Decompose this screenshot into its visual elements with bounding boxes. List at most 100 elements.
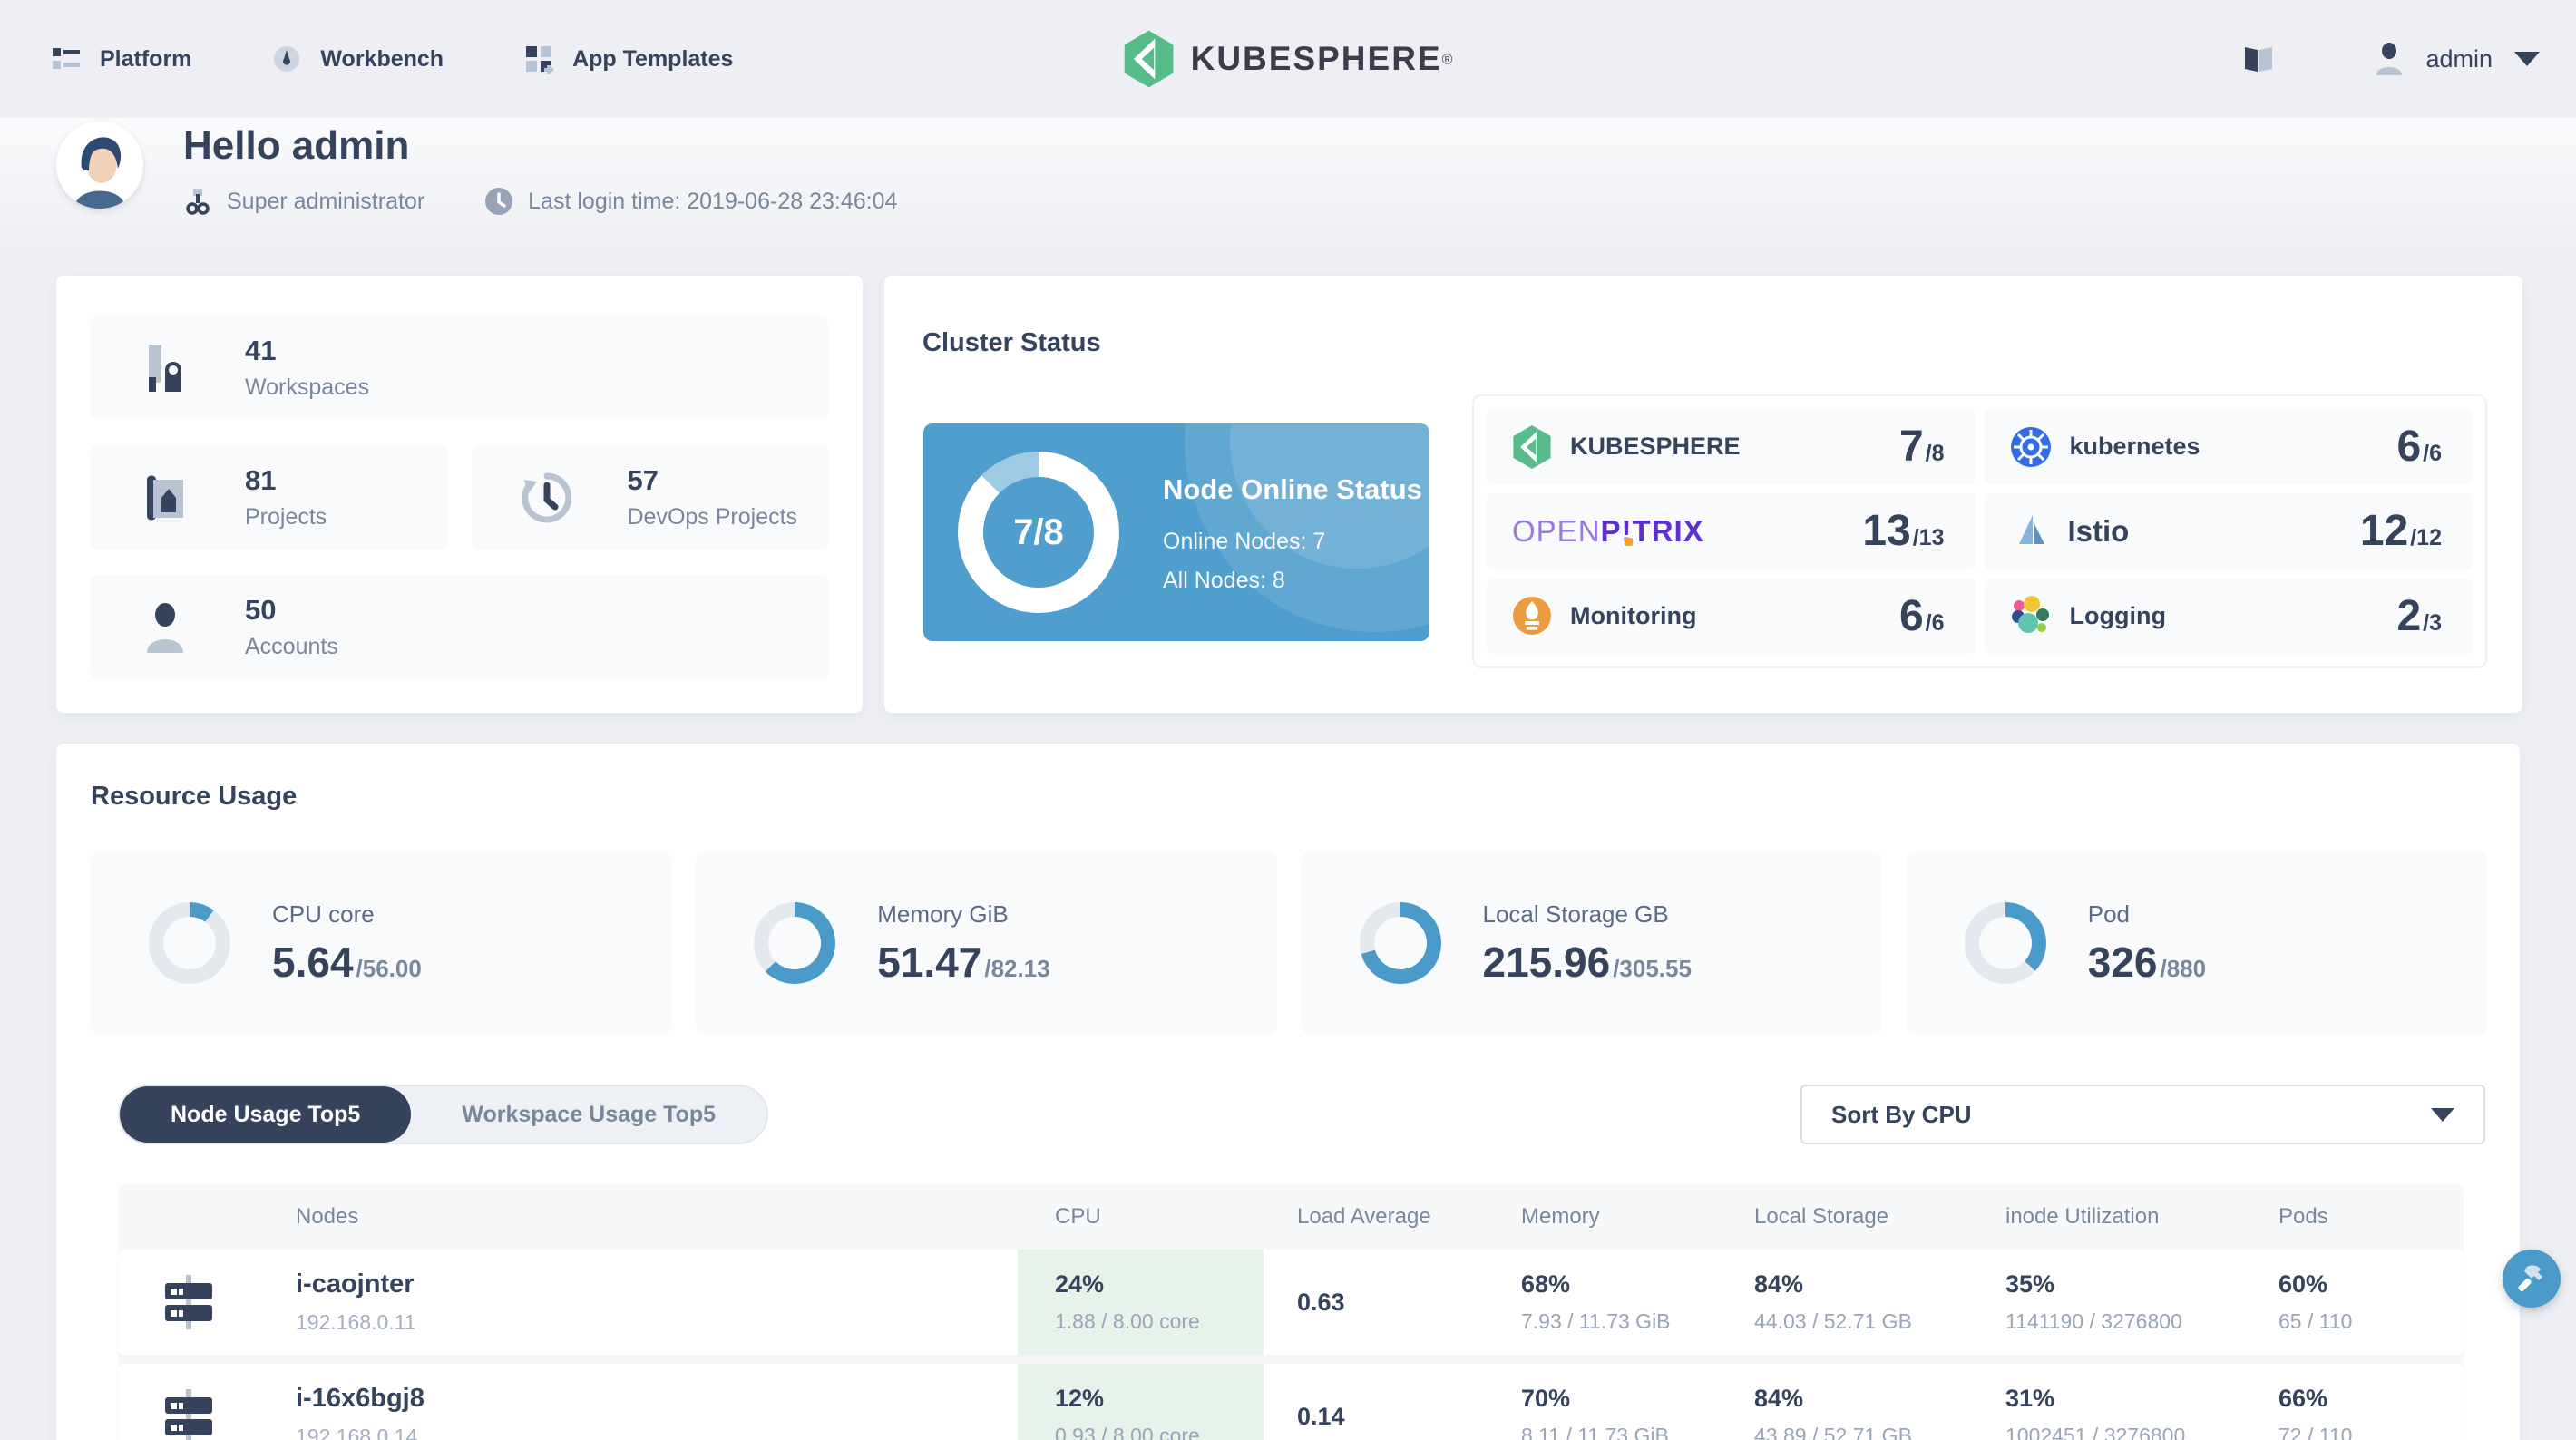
docs-icon[interactable] [2242,44,2275,74]
component-kubesphere: KUBESPHERE 7 /8 [1487,409,1976,485]
nav-label-app-templates: App Templates [572,45,734,72]
service-components-panel: KUBESPHERE 7 /8 kubernetes 6 /6 OPENP! T… [1472,394,2487,668]
memory-donut [754,902,836,984]
col-header-inode-utilization: inode Utilization [2005,1204,2160,1229]
component-name: Istio [2067,513,2130,548]
table-row[interactable]: i-16x6bgj8 192.168.0.14 12% 0.93 / 8.00 … [118,1364,2464,1440]
inode-detail: 1002451 / 3276800 [2005,1424,2186,1440]
component-value: 6 [1898,591,1924,640]
node-online-status-card: 7/8 Node Online Status Online Nodes: 7 A… [923,423,1429,641]
component-logging: Logging 2 /3 [1984,578,2473,654]
tab-node-usage-top5[interactable]: Node Usage Top5 [120,1086,412,1143]
projects-icon [147,475,183,520]
component-name: Monitoring [1570,601,1697,629]
top-nav: Platform Workbench App Templates KUBESPH… [0,0,2576,118]
last-login-clock-icon [485,188,513,215]
tab-workspace-usage-top5[interactable]: Workspace Usage Top5 [411,1086,766,1143]
node-name: i-caojnter [296,1270,415,1299]
user-menu[interactable]: admin [2375,43,2540,75]
stat-tile-workspaces[interactable]: 41 Workspaces [91,316,828,420]
stat-tile-projects[interactable]: 81 Projects [91,445,448,550]
stat-tile-accounts[interactable]: 50 Accounts [91,575,828,679]
user-role: Super administrator [227,188,425,214]
cpu-detail: 1.88 / 8.00 core [1055,1309,1200,1333]
component-openpitrix: OPENP! TRIX 13 /13 [1487,493,1976,569]
nav-label-platform: Platform [100,45,192,72]
component-value: 7 [1898,423,1924,472]
load-average-value: 0.14 [1297,1402,1345,1430]
cpu-percent: 12% [1055,1385,1105,1412]
node-ip: 192.168.0.14 [296,1425,418,1440]
last-login-time: Last login time: 2019-06-28 23:46:04 [528,188,898,214]
node-name: i-16x6bgj8 [296,1384,424,1413]
metric-label: Pod [2087,900,2131,928]
greeting-banner: Hello admin Super administrator Last log… [0,118,2576,254]
metric-value: 326 [2087,938,2158,986]
metric-local-storage: Local Storage GB 215.96 /305.55 [1301,852,1882,1034]
node-ip: 192.168.0.11 [296,1310,416,1334]
col-header-pods: Pods [2278,1204,2328,1229]
openpitrix-logo: OPENP! TRIX [1512,513,1704,548]
local-storage-donut [1359,902,1441,984]
component-monitoring: Monitoring 6 /6 [1487,578,1976,654]
all-nodes-text: All Nodes: 8 [1163,567,1285,593]
metric-value: 215.96 [1482,938,1611,986]
toolbox-fab-button[interactable] [2503,1250,2561,1308]
usage-tabs: Node Usage Top5 Workspace Usage Top5 [118,1085,769,1144]
metric-total: /305.55 [1613,954,1692,982]
metric-pod: Pod 326 /880 [1906,852,2487,1034]
stat-tile-devops[interactable]: 57 DevOps Projects [471,445,828,550]
istio-icon [2018,514,2044,544]
page-title: Hello admin [183,123,410,168]
cpu-donut [149,902,230,984]
node-icon [165,1275,212,1329]
component-value: 6 [2396,423,2422,472]
stat-value: 50 [245,594,277,626]
sort-by-dropdown[interactable]: Sort By CPU [1800,1085,2485,1144]
nav-label-workbench: Workbench [320,45,444,72]
node-usage-table: Nodes CPU Load Average Memory Local Stor… [118,1184,2464,1440]
cpu-cell: 12% 0.93 / 8.00 core [1018,1364,1264,1440]
sort-by-value: Sort By CPU [1831,1100,1972,1128]
cpu-cell: 24% 1.88 / 8.00 core [1018,1250,1264,1355]
online-nodes-text: Online Nodes: 7 [1163,528,1326,554]
resource-usage-title: Resource Usage [91,782,298,811]
nav-item-app-templates[interactable]: App Templates [523,44,733,74]
stats-card: 41 Workspaces 81 Projects 57 DevOps Proj… [56,276,863,713]
col-header-cpu: CPU [1055,1204,1101,1229]
table-row[interactable]: i-caojnter 192.168.0.11 24% 1.88 / 8.00 … [118,1250,2464,1355]
avatar [56,122,143,209]
node-online-ratio: 7/8 [1013,511,1064,552]
pods-detail: 72 / 110 [2278,1424,2353,1440]
cpu-percent: 24% [1055,1270,1105,1298]
pods-detail: 65 / 110 [2278,1309,2353,1333]
local-storage-detail: 44.03 / 52.71 GB [1754,1309,1912,1333]
resource-usage-card: Resource Usage CPU core 5.64 /56.00 Memo… [56,744,2520,1440]
component-value: 12 [2359,507,2409,556]
role-icon [186,189,210,215]
workbench-icon [274,46,300,72]
nav-item-platform[interactable]: Platform [51,44,191,74]
nav-item-workbench[interactable]: Workbench [271,44,444,74]
component-total: /12 [2410,525,2442,551]
pods-percent: 60% [2278,1270,2328,1298]
metric-value: 51.47 [877,938,982,986]
col-header-local-storage: Local Storage [1754,1204,1889,1229]
cluster-status-title: Cluster Status [922,328,1101,357]
component-name: kubernetes [2069,433,2200,461]
stat-value: 57 [627,464,659,496]
load-average-value: 0.63 [1297,1288,1345,1316]
kubesphere-component-icon [1513,424,1551,469]
kubesphere-logo[interactable]: KUBESPHERE® [1124,30,1452,88]
component-istio: Istio 12 /12 [1984,493,2473,569]
col-header-load-average: Load Average [1297,1204,1431,1229]
component-total: /8 [1925,441,1945,467]
stat-label: DevOps Projects [627,504,798,530]
username: admin [2425,44,2493,73]
platform-icon [53,48,80,69]
component-name: Logging [2069,601,2166,629]
component-total: /6 [1925,609,1945,636]
memory-detail: 7.93 / 11.73 GiB [1521,1309,1671,1333]
stat-label: Accounts [245,634,338,659]
metric-memory: Memory GiB 51.47 /82.13 [696,852,1277,1034]
